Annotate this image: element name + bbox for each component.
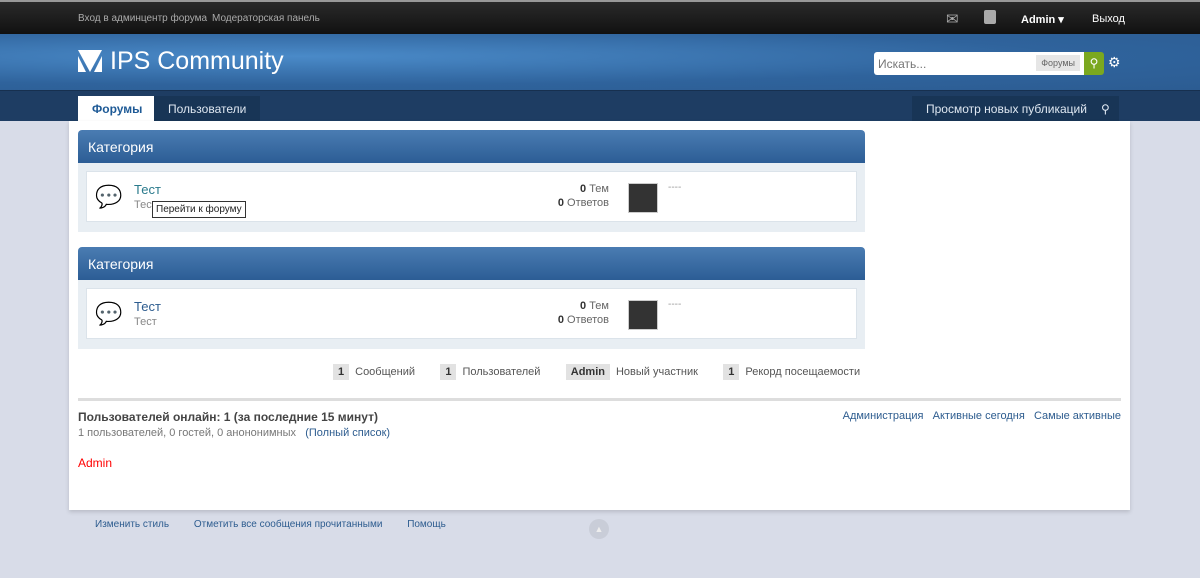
stat-value[interactable]: Admin — [565, 364, 610, 380]
change-style-link[interactable]: Изменить стиль — [95, 519, 169, 530]
forum-title[interactable]: Тест — [134, 299, 161, 314]
back-to-top-icon[interactable]: ▲ — [589, 519, 609, 539]
tooltip: Перейти к форуму — [152, 201, 246, 218]
tab-users[interactable]: Пользователи — [154, 96, 261, 122]
nav-bar: Форумы Пользователи Просмотр новых публи… — [0, 90, 1200, 122]
stat-label: Сообщений — [355, 366, 416, 378]
last-post: ---- — [668, 299, 682, 310]
topics-count: 0 Тем — [580, 300, 609, 312]
search-box: Форумы — [874, 52, 1084, 75]
user-card-icon[interactable] — [984, 10, 996, 24]
search-button[interactable]: ⚲ — [1084, 52, 1104, 75]
staff-link[interactable]: Администрация — [843, 410, 924, 422]
avatar[interactable] — [628, 300, 658, 330]
help-link[interactable]: Помощь — [407, 519, 446, 530]
top-posters-link[interactable]: Самые активные — [1034, 410, 1121, 422]
top-bar: Вход в админцентр форума Модераторская п… — [0, 0, 1200, 34]
mark-read-link[interactable]: Отметить все сообщения прочитанными — [194, 519, 383, 530]
username: Admin — [1021, 14, 1056, 26]
forum-row: 💬 Тест Тест 0 Тем 0 Ответов ---- — [86, 288, 857, 339]
topics-count: 0 Тем — [580, 183, 609, 195]
footer-links: Изменить стиль Отметить все сообщения пр… — [95, 519, 446, 530]
envelope-icon[interactable]: ✉ — [946, 10, 959, 28]
board-stats: 1 Сообщений 1 Пользователей Admin Новый уча… — [333, 364, 882, 380]
site-logo[interactable]: IPS Community — [110, 47, 284, 76]
online-user[interactable]: Admin — [78, 456, 112, 470]
forum-title[interactable]: Тест — [134, 182, 161, 197]
logo-icon — [78, 50, 102, 72]
admin-cp-link[interactable]: Вход в админцентр форума — [78, 13, 207, 24]
logout-link[interactable]: Выход — [1092, 13, 1125, 25]
stat-value: 1 — [723, 364, 740, 380]
search-icon: ⚲ — [1089, 56, 1099, 70]
new-content-link[interactable]: Просмотр новых публикаций — [912, 96, 1101, 122]
stat-label: Пользователей — [462, 366, 541, 378]
last-post: ---- — [668, 182, 682, 193]
stat-value: 1 — [440, 364, 457, 380]
gear-icon[interactable]: ⚙ — [1108, 54, 1121, 71]
online-links: Администрация Активные сегодня Самые акт… — [843, 410, 1121, 422]
full-list-link[interactable]: (Полный список) — [305, 427, 390, 439]
header: IPS Community Форумы ⚲ ⚙ — [0, 34, 1200, 90]
divider — [78, 398, 1121, 401]
mod-panel-link[interactable]: Модераторская панель — [212, 13, 320, 24]
speech-bubble-icon: 💬 — [95, 301, 123, 326]
category-title[interactable]: Категория — [78, 130, 865, 163]
active-today-link[interactable]: Активные сегодня — [933, 410, 1025, 422]
location-pin-icon[interactable]: ⚲ — [1092, 96, 1119, 122]
online-sub: 1 пользователей, 0 гостей, 0 анононимных… — [78, 427, 390, 439]
search-input[interactable] — [878, 53, 1028, 74]
search-scope[interactable]: Форумы — [1036, 55, 1080, 71]
category-title[interactable]: Категория — [78, 247, 865, 280]
tab-forums[interactable]: Форумы — [78, 96, 157, 122]
speech-bubble-icon: 💬 — [95, 184, 123, 209]
replies-count: 0 Ответов — [557, 197, 609, 209]
online-title: Пользователей онлайн: 1 (за последние 15… — [78, 410, 378, 424]
online-counts: 1 пользователей, 0 гостей, 0 анононимных — [78, 427, 297, 439]
forum-desc: Тест — [134, 316, 157, 328]
user-menu[interactable]: Admin ▾ — [1021, 13, 1064, 26]
avatar[interactable] — [628, 183, 658, 213]
replies-count: 0 Ответов — [557, 314, 609, 326]
stat-value: 1 — [333, 364, 350, 380]
caret-down-icon: ▾ — [1058, 14, 1064, 26]
category: Категория 💬 Тест Тест 0 Тем 0 Ответов --… — [78, 247, 865, 349]
stat-label: Рекорд посещаемости — [745, 366, 861, 378]
stat-label: Новый участник — [615, 366, 698, 378]
